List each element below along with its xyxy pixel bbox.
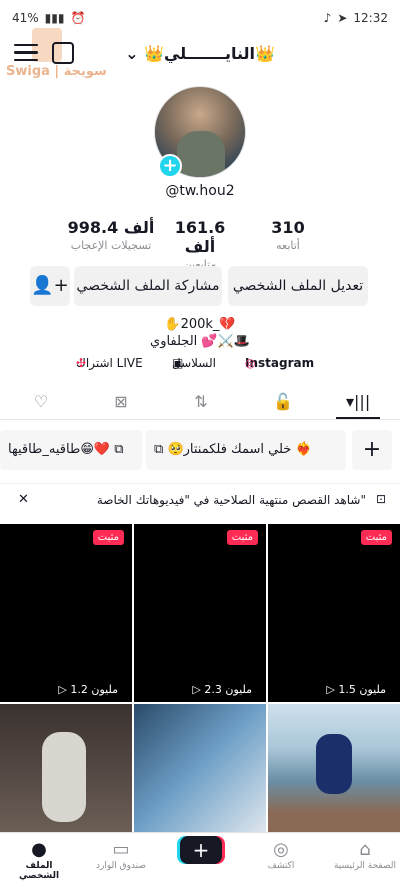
account-switcher[interactable]: ⌄ 👑النايـــــــلي👑 — [0, 44, 400, 63]
close-icon[interactable]: ✕ — [18, 492, 29, 507]
stat-followers[interactable]: 161.6 ألف متابعين — [160, 218, 240, 271]
video-thumbnail[interactable]: مثبت ▷ 2.3 مليون — [134, 524, 266, 702]
profile-links: Instagram ◎ السلاسل ▣ اشتراك LIVE ✣ — [76, 356, 315, 370]
playlist-item[interactable]: طاقيه_طاقيها😁❤️ ⧉ — [0, 430, 142, 470]
tab-videos[interactable]: ▾||| — [346, 392, 371, 412]
pinned-badge: مثبت — [360, 530, 392, 545]
battery-level: 41% — [12, 11, 39, 25]
profile-tabs: ▾||| 🔓 ⇅ ⊠ ♡ — [0, 388, 400, 420]
profile-handle: @tw.hou2 — [165, 183, 235, 199]
nav-inbox[interactable]: ▭ صندوق الوارد — [86, 833, 156, 889]
thumbnail-person — [316, 734, 352, 794]
telegram-icon: ➤ — [337, 11, 348, 25]
tab-reposts[interactable]: ⇅ — [190, 392, 212, 412]
add-story-button[interactable]: + — [158, 154, 182, 178]
video-thumbnail[interactable] — [134, 704, 266, 832]
clock: 12:32 — [353, 11, 388, 25]
tab-indicator — [336, 417, 380, 419]
bio-line-2: الجلفاوي 💕⚔️🎩 — [150, 334, 250, 349]
nav-discover[interactable]: ◎ اكتشف — [246, 833, 316, 889]
video-thumbnail[interactable]: مثبت ▷ 1.5 مليون — [268, 524, 400, 702]
pinned-badge: مثبت — [92, 530, 124, 545]
playlist-icon: ⧉ — [114, 442, 124, 457]
bookmark-icon: ⊠ — [114, 392, 128, 411]
playlists-row: + ⧉ 🥺خلي اسمك فلكمنتار ❤️‍🔥 طاقيه_طاقيها… — [0, 430, 400, 470]
create-button[interactable]: + — [180, 836, 222, 864]
profile-stats: 310 أتابعه 161.6 ألف متابعين 998.4 ألف ت… — [0, 218, 400, 271]
tab-private[interactable]: 🔓 — [272, 392, 294, 412]
lock-icon: 🔓 — [273, 392, 293, 411]
heart-icon: ♡ — [33, 392, 49, 411]
add-playlist-button[interactable]: + — [352, 430, 392, 470]
notice-text: شاهد القصص منتهية الصلاحية في "فيديوهاتك… — [96, 493, 366, 507]
home-icon: ⌂ — [359, 839, 371, 860]
video-thumbnail[interactable] — [268, 704, 400, 832]
camera-icon: ⊡ — [375, 492, 386, 506]
tab-saved[interactable]: ⊠ — [110, 392, 132, 412]
chevron-down-icon: ⌄ — [125, 44, 139, 63]
playlist-icon: ⧉ — [154, 442, 164, 457]
video-grid: مثبت ▷ 1.5 مليون مثبت ▷ 2.3 مليون مثبت ▷… — [0, 524, 400, 832]
display-name: 👑النايـــــــلي👑 — [144, 44, 275, 63]
nav-home[interactable]: ⌂ الصفحة الرئيسية — [330, 833, 400, 889]
bio-line-1: ✋200k_💔 — [164, 317, 236, 332]
video-thumbnail[interactable]: مثبت ▷ 1.2 مليون — [0, 524, 132, 702]
top-bar: Swiga | سويجة ⌄ 👑النايـــــــلي👑 — [0, 28, 400, 79]
share-profile-button[interactable]: مشاركة الملف الشخصي — [74, 266, 222, 306]
stat-likes[interactable]: 998.4 ألف تسجيلات الإعجاب — [66, 218, 156, 252]
nav-profile[interactable]: ● الملف الشخصي — [4, 833, 74, 889]
pinned-badge: مثبت — [226, 530, 258, 545]
grid-icon: ▾||| — [346, 392, 371, 411]
stat-following[interactable]: 310 أتابعه — [262, 218, 314, 252]
profile-icon: ● — [31, 839, 47, 860]
watermark-text: Swiga | سويجة — [6, 64, 107, 79]
video-thumbnail[interactable] — [0, 704, 132, 832]
instagram-icon: ◎ — [245, 356, 256, 370]
playlist-item[interactable]: ⧉ 🥺خلي اسمك فلكمنتار ❤️‍🔥 — [146, 430, 346, 470]
edit-profile-button[interactable]: تعديل الملف الشخصي — [228, 266, 368, 306]
live-icon: ✣ — [76, 356, 87, 370]
tab-liked[interactable]: ♡ — [30, 392, 52, 412]
view-count: ▷ 1.5 مليون — [326, 683, 386, 696]
inbox-icon: ▭ — [112, 839, 130, 860]
compass-icon: ◎ — [273, 839, 289, 860]
thumbnail-person — [42, 732, 86, 822]
view-count: ▷ 1.2 مليون — [58, 683, 118, 696]
view-count: ▷ 2.3 مليون — [192, 683, 252, 696]
add-friends-button[interactable]: 👤+ — [30, 266, 70, 306]
tiktok-icon: ♪ — [323, 11, 332, 25]
signal-icon: ▮▮▮ — [44, 11, 65, 25]
expired-stories-notice[interactable]: ✕ شاهد القصص منتهية الصلاحية في "فيديوها… — [0, 483, 400, 515]
add-user-icon: 👤+ — [31, 275, 69, 296]
chain-icon: ▣ — [172, 356, 184, 370]
bottom-navigation: ⌂ الصفحة الرئيسية ◎ اكتشف + ▭ صندوق الوا… — [0, 832, 400, 889]
repost-icon: ⇅ — [194, 392, 208, 411]
alarm-icon: ⏰ — [70, 11, 86, 25]
